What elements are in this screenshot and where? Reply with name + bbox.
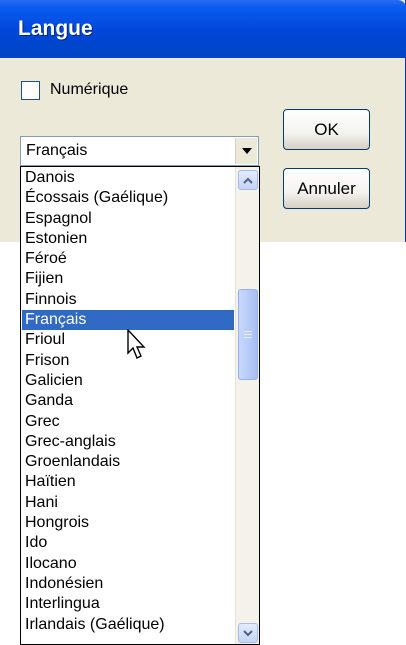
arrow-up-icon [243,177,253,184]
list-item[interactable]: Groenlandais [22,452,234,472]
cancel-button[interactable]: Annuler [283,168,370,209]
arrow-down-icon [243,629,253,636]
mouse-pointer-icon [127,329,146,359]
combobox-value: Français [26,142,88,159]
list-item[interactable]: Français [22,310,234,331]
list-item[interactable]: Finnois [22,290,234,310]
list-item[interactable]: Hani [22,493,234,513]
list-item[interactable]: Fijien [22,269,234,289]
list-item[interactable]: Hongrois [22,513,234,533]
ok-button[interactable]: OK [283,109,370,150]
list-item[interactable]: Ganda [22,391,234,411]
list-item[interactable]: Irlandais (Gaélique) [22,615,234,635]
list-item[interactable]: Féroé [22,249,234,269]
list-item[interactable]: Ido [22,533,234,553]
list-item[interactable]: Ilocano [22,554,234,574]
language-combobox[interactable]: Français [20,136,259,166]
chevron-down-icon [241,148,252,154]
list-item[interactable]: Haïtien [22,472,234,492]
list-item[interactable]: Indonésien [22,574,234,594]
scroll-down-button[interactable] [238,623,258,643]
numeric-checkbox-label[interactable]: Numérique [50,81,128,99]
title-bar[interactable]: Langue [0,0,406,58]
cancel-button-label: Annuler [297,178,356,198]
list-item[interactable]: Espagnol [22,209,234,229]
vertical-scrollbar[interactable] [235,167,259,644]
numeric-checkbox[interactable] [21,80,40,100]
list-item[interactable]: Danois [22,168,234,188]
list-item[interactable]: Estonien [22,229,234,249]
numeric-checkbox-row[interactable]: Numérique [21,79,128,101]
list-item[interactable]: Interlingua [22,594,234,614]
language-list: Danois Écossais (Gaélique) Espagnol Estonie… [22,168,234,635]
language-dropdown-list[interactable]: Danois Écossais (Gaélique) Espagnol Estonie… [20,166,260,645]
scroll-thumb[interactable] [238,289,258,380]
window-title: Langue [18,17,93,40]
grip-icon [244,331,252,338]
scroll-up-button[interactable] [238,170,258,190]
list-item[interactable]: Grec-anglais [22,432,234,452]
ok-button-label: OK [314,119,339,139]
combobox-dropdown-button[interactable] [235,138,257,164]
list-item[interactable]: Galicien [22,371,234,391]
list-item[interactable]: Grec [22,412,234,432]
list-item[interactable]: Écossais (Gaélique) [22,188,234,208]
